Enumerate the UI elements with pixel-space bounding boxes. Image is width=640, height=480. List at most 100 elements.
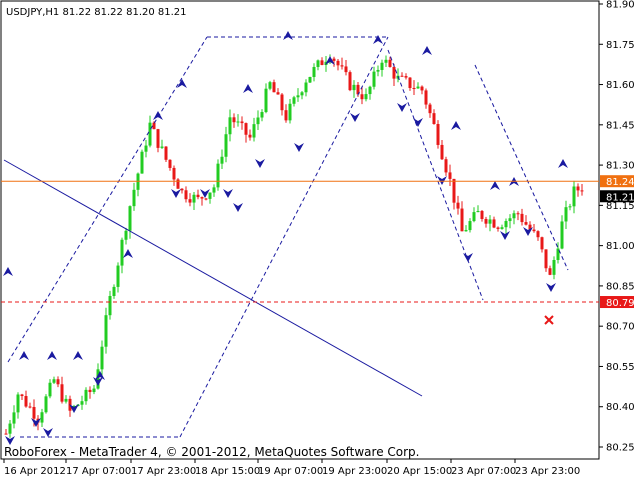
candle-body bbox=[512, 213, 516, 219]
candle-body bbox=[272, 82, 276, 93]
fractal-down-arrow-icon bbox=[523, 227, 533, 236]
y-tick-label: 81.30 bbox=[606, 161, 635, 172]
candle-body bbox=[300, 92, 304, 96]
candle-body bbox=[8, 423, 12, 434]
fractal-down-arrow-icon bbox=[500, 231, 510, 240]
candle-body bbox=[24, 396, 28, 407]
candle-body bbox=[236, 121, 240, 123]
candle-body bbox=[440, 144, 444, 160]
fractal-up-arrow-icon bbox=[153, 111, 163, 120]
candle-body bbox=[180, 188, 184, 191]
candle-body bbox=[368, 86, 372, 95]
candle-body bbox=[264, 88, 268, 113]
candle-body bbox=[316, 60, 320, 67]
candle-body bbox=[156, 129, 160, 148]
candle-body bbox=[464, 230, 468, 232]
fractal-up-arrow-icon bbox=[73, 351, 83, 360]
candle-body bbox=[84, 389, 88, 402]
target-cross-icon bbox=[544, 315, 554, 325]
x-tick-label: 17 Apr 23:00 bbox=[131, 466, 196, 477]
candle-body bbox=[532, 229, 536, 232]
fractal-down-arrow-icon bbox=[171, 189, 181, 198]
candle-body bbox=[44, 396, 48, 413]
y-tick-label: 80.40 bbox=[606, 402, 635, 413]
price-chart: USDJPY,H1 81.22 81.22 81.20 81.21 RoboFo… bbox=[0, 0, 635, 477]
candle-body bbox=[400, 75, 404, 77]
x-tick-label: 18 Apr 15:00 bbox=[195, 466, 260, 477]
candle-body bbox=[220, 156, 224, 164]
candle-body bbox=[288, 103, 292, 121]
candle-body bbox=[204, 198, 208, 200]
candle-body bbox=[56, 379, 60, 385]
candle-body bbox=[108, 296, 112, 316]
candle-body bbox=[480, 210, 484, 219]
candle-body bbox=[516, 213, 520, 215]
y-tick-label: 81.15 bbox=[606, 201, 635, 212]
arrows-group bbox=[3, 31, 568, 445]
candle-body bbox=[344, 66, 348, 73]
candle-body bbox=[388, 59, 392, 67]
levels-group: 81.2480.7981.21 bbox=[1, 175, 635, 309]
candle-body bbox=[412, 87, 416, 89]
channel-line bbox=[179, 36, 389, 438]
fractal-up-arrow-icon bbox=[558, 159, 568, 168]
candle-body bbox=[284, 110, 288, 121]
candle-body bbox=[352, 84, 356, 91]
x-tick-label: 19 Apr 07:00 bbox=[258, 466, 323, 477]
trend-line bbox=[3, 159, 423, 397]
fractal-up-arrow-icon bbox=[243, 84, 253, 93]
candle-body bbox=[104, 315, 108, 347]
candle-body bbox=[432, 113, 436, 125]
candle-body bbox=[244, 123, 248, 135]
candle-body bbox=[376, 69, 380, 72]
candle-body bbox=[384, 59, 388, 63]
candle-body bbox=[364, 94, 368, 100]
candle-body bbox=[116, 265, 120, 287]
candle-body bbox=[568, 206, 572, 208]
x-tick-label: 23 Apr 23:00 bbox=[515, 466, 580, 477]
candle-body bbox=[304, 82, 308, 93]
fractal-up-arrow-icon bbox=[283, 31, 293, 40]
candle-body bbox=[208, 192, 212, 199]
fractal-up-arrow-icon bbox=[177, 79, 187, 88]
channel-line bbox=[387, 49, 484, 301]
candle-body bbox=[456, 202, 460, 209]
candle-body bbox=[184, 190, 188, 200]
fractal-up-arrow-icon bbox=[373, 35, 383, 44]
candle-body bbox=[112, 286, 116, 297]
fractal-up-arrow-icon bbox=[19, 351, 29, 360]
candle-body bbox=[452, 178, 456, 203]
candle-body bbox=[552, 259, 556, 275]
fractal-down-arrow-icon bbox=[294, 143, 304, 152]
candle-body bbox=[160, 146, 164, 148]
level-label: 81.24 bbox=[606, 177, 635, 188]
candle-body bbox=[524, 222, 528, 225]
y-tick-label: 81.45 bbox=[606, 120, 635, 131]
fractal-down-arrow-icon bbox=[546, 283, 556, 292]
x-tick-label: 17 Apr 07:00 bbox=[66, 466, 131, 477]
candle-body bbox=[136, 173, 140, 190]
candle-body bbox=[164, 146, 168, 160]
candle-body bbox=[232, 117, 236, 123]
candle-body bbox=[580, 190, 584, 192]
y-tick-label: 81.00 bbox=[606, 241, 635, 252]
candle-body bbox=[124, 230, 128, 240]
candle-body bbox=[536, 231, 540, 238]
candle-body bbox=[168, 159, 172, 168]
candle-body bbox=[372, 71, 376, 87]
fractal-up-arrow-icon bbox=[422, 46, 432, 55]
y-tick-label: 80.70 bbox=[606, 322, 635, 333]
candle-body bbox=[436, 124, 440, 145]
candle-body bbox=[92, 388, 96, 393]
candle-body bbox=[64, 398, 68, 402]
x-tick-label: 19 Apr 23:00 bbox=[322, 466, 387, 477]
candle-body bbox=[152, 122, 156, 130]
candle-body bbox=[520, 213, 524, 223]
y-tick-label: 81.60 bbox=[606, 80, 635, 91]
candle-body bbox=[488, 219, 492, 224]
candle-body bbox=[492, 219, 496, 228]
candle-body bbox=[320, 60, 324, 65]
candle-body bbox=[428, 104, 432, 114]
candle-body bbox=[508, 218, 512, 222]
candle-body bbox=[448, 172, 452, 179]
